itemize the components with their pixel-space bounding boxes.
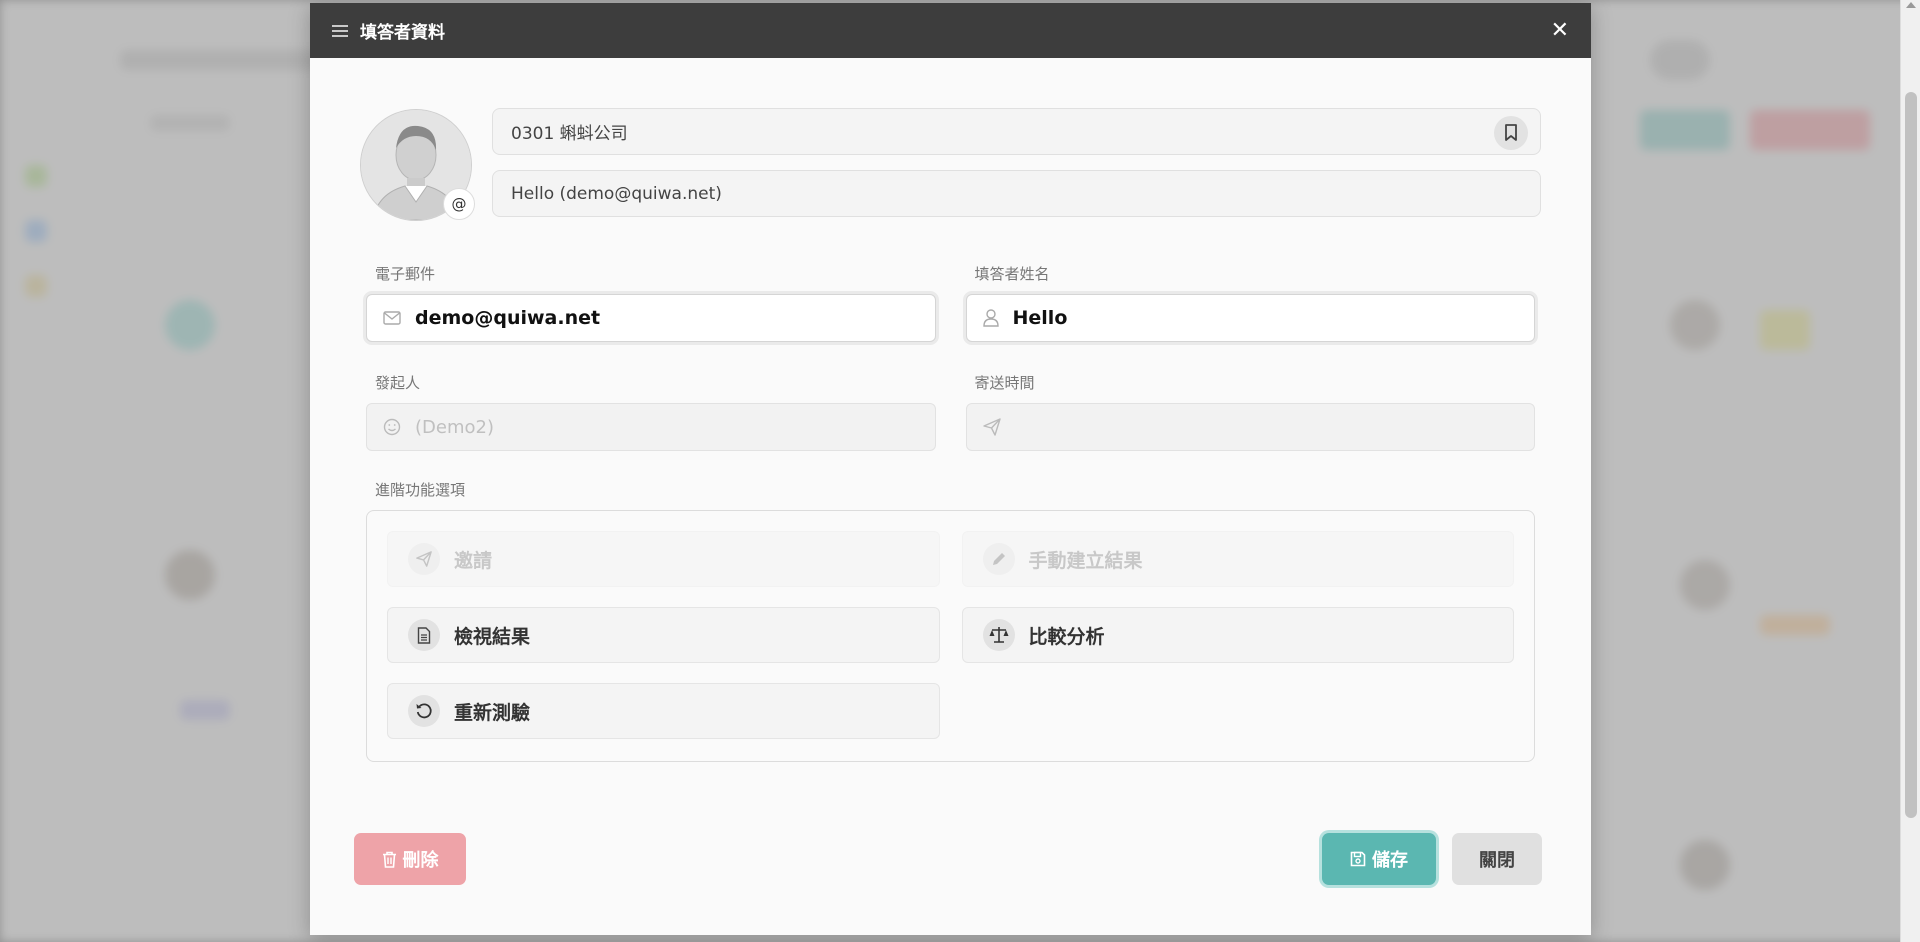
undo-icon: [416, 703, 432, 719]
email-label: 電子郵件: [375, 265, 436, 283]
smile-icon: [383, 418, 401, 436]
manual-result-button: 手動建立結果: [961, 531, 1514, 587]
advanced-options: 邀請 手動建立結果 檢視結果 比較分析 重新測驗: [366, 510, 1535, 762]
contact-row: 電子郵件 demo@quiwa.net 填答者姓名 Hello: [360, 263, 1541, 342]
modal-footer: 刪除 儲存 關閉: [354, 833, 1542, 885]
save-label: 儲存: [1372, 850, 1408, 871]
page-scrollbar[interactable]: [1900, 0, 1920, 942]
send-time-field: [965, 403, 1535, 451]
menu-icon: [332, 24, 348, 37]
modal-body: @ 0301 蝌蚪公司 Hello (demo@quiwa.net) 電子郵件 …: [310, 108, 1591, 762]
name-value: Hello: [1012, 307, 1068, 329]
initiator-value: (Demo2): [415, 416, 494, 438]
pencil-icon: [992, 553, 1005, 565]
at-sign-icon[interactable]: @: [443, 188, 475, 220]
delete-button[interactable]: 刪除: [354, 833, 466, 885]
modal-title: 填答者資料: [360, 23, 445, 43]
retest-label: 重新測驗: [454, 701, 531, 724]
delete-label: 刪除: [402, 850, 439, 871]
profile-row: @ 0301 蝌蚪公司 Hello (demo@quiwa.net): [360, 108, 1541, 221]
group-field: 0301 蝌蚪公司: [492, 108, 1541, 155]
meta-row: 發起人 (Demo2) 寄送時間: [360, 372, 1541, 451]
close-icon[interactable]: ✕: [1551, 19, 1569, 42]
invite-label: 邀請: [454, 549, 493, 572]
view-result-button[interactable]: 檢視結果: [387, 607, 940, 663]
invite-button: 邀請: [387, 531, 940, 587]
view-result-label: 檢視結果: [454, 625, 531, 648]
manual-result-label: 手動建立結果: [1028, 549, 1143, 572]
compare-button[interactable]: 比較分析: [961, 607, 1514, 663]
advanced-label: 進階功能選項: [375, 481, 466, 499]
envelope-icon: [383, 311, 401, 325]
close-label: 關閉: [1479, 850, 1515, 871]
compare-label: 比較分析: [1028, 625, 1105, 648]
scroll-thumb[interactable]: [1905, 92, 1917, 818]
initiator-field: (Demo2): [366, 403, 936, 451]
email-value: demo@quiwa.net: [415, 307, 601, 329]
avatar[interactable]: @: [360, 109, 475, 221]
paper-plane-icon: [982, 418, 1001, 436]
group-name: 0301 蝌蚪公司: [511, 124, 628, 144]
save-button[interactable]: 儲存: [1322, 833, 1436, 885]
retest-button[interactable]: 重新測驗: [387, 683, 940, 739]
bookmark-button[interactable]: [1494, 116, 1528, 150]
name-label: 填答者姓名: [974, 265, 1050, 283]
profile-fields: 0301 蝌蚪公司 Hello (demo@quiwa.net): [492, 108, 1541, 221]
email-field[interactable]: demo@quiwa.net: [366, 294, 936, 342]
bookmark-icon: [1505, 124, 1517, 141]
scroll-up-arrow-icon[interactable]: [1906, 2, 1916, 8]
document-icon: [417, 626, 431, 644]
trash-icon: [382, 851, 396, 868]
display-name: Hello (demo@quiwa.net): [511, 183, 722, 204]
initiator-label: 發起人: [375, 374, 421, 392]
respondent-modal: 填答者資料 ✕ @ 0301 蝌蚪公司 Hello (demo@quiwa.ne…: [310, 3, 1591, 935]
floppy-disk-icon: [1350, 851, 1366, 867]
modal-header: 填答者資料 ✕: [310, 3, 1591, 58]
user-icon: [982, 309, 999, 327]
name-field[interactable]: Hello: [965, 294, 1535, 342]
send-time-label: 寄送時間: [974, 374, 1035, 392]
paper-plane-icon: [416, 551, 432, 567]
display-name-field: Hello (demo@quiwa.net): [492, 170, 1541, 217]
scale-balance-icon: [989, 627, 1008, 643]
close-button[interactable]: 關閉: [1452, 833, 1542, 885]
